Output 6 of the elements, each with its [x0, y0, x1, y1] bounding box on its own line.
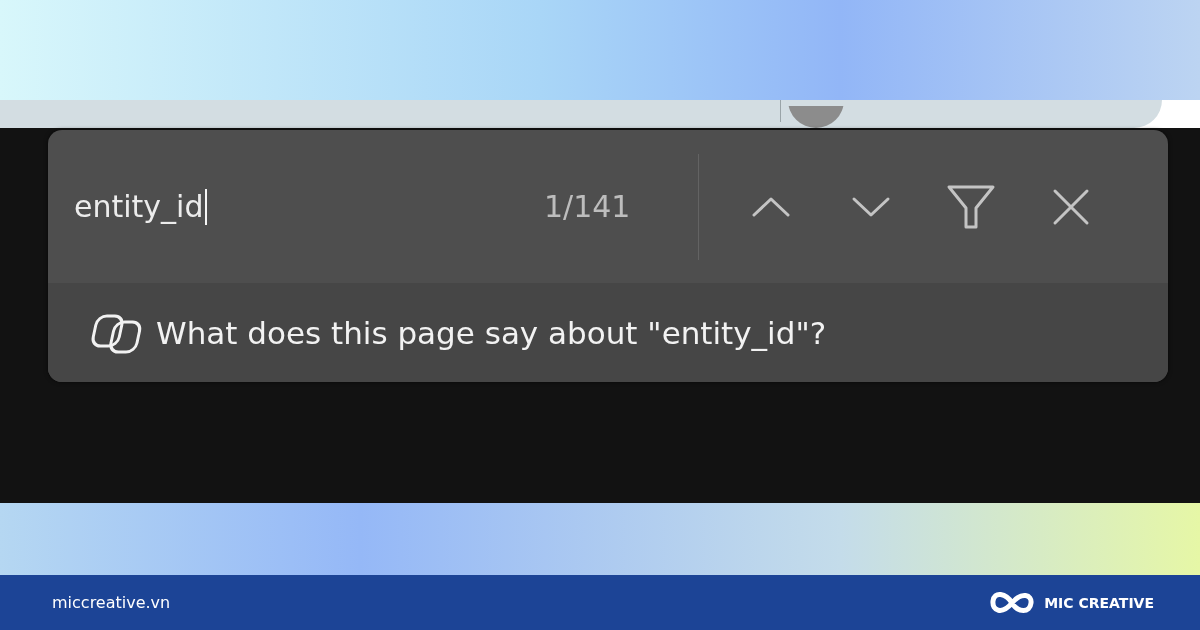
filter-icon — [946, 183, 996, 230]
match-count: 1/141 — [544, 189, 632, 224]
profile-icon[interactable] — [787, 106, 845, 128]
site-url: miccreative.vn — [52, 593, 171, 612]
search-field[interactable]: entity_id — [74, 188, 544, 225]
brand-name: MIC CREATIVE — [1044, 594, 1154, 611]
